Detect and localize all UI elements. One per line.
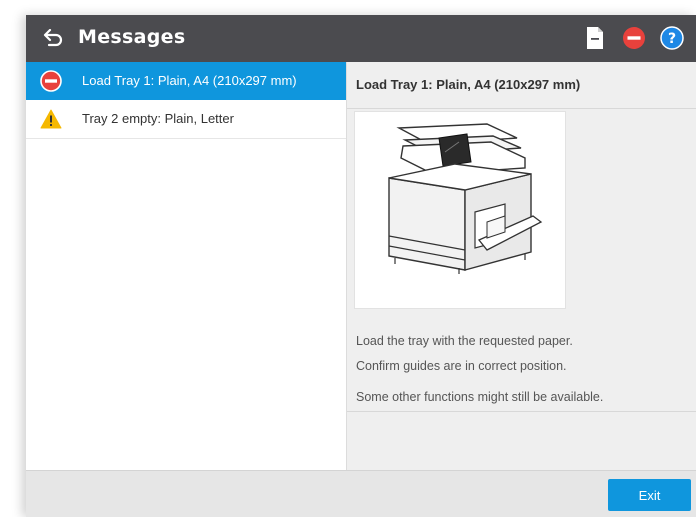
back-arrow-icon xyxy=(43,29,63,47)
printer-illustration xyxy=(354,111,566,309)
list-item[interactable]: Load Tray 1: Plain, A4 (210x297 mm) xyxy=(26,62,346,100)
exit-button[interactable]: Exit xyxy=(608,479,691,511)
document-button[interactable] xyxy=(581,24,609,52)
document-icon xyxy=(587,27,603,49)
header-bar: Messages ? xyxy=(26,15,696,62)
stop-button[interactable] xyxy=(620,24,648,52)
help-icon: ? xyxy=(660,26,684,50)
detail-title: Load Tray 1: Plain, A4 (210x297 mm) xyxy=(356,77,581,92)
device-frame: Messages ? Load Tray 1: Plain, A4 (210x2… xyxy=(0,0,696,517)
messages-list: Load Tray 1: Plain, A4 (210x297 mm) Tray… xyxy=(26,62,347,470)
message-detail: Load Tray 1: Plain, A4 (210x297 mm) Load… xyxy=(347,62,696,470)
stop-icon xyxy=(623,27,645,49)
instruction-text: Load the tray with the requested paper. xyxy=(356,334,573,348)
list-item-label: Load Tray 1: Plain, A4 (210x297 mm) xyxy=(82,73,297,88)
detail-title-bar: Load Tray 1: Plain, A4 (210x297 mm) xyxy=(347,62,696,109)
stop-icon xyxy=(40,70,62,92)
instruction-text: Confirm guides are in correct position. xyxy=(356,359,567,373)
back-button[interactable] xyxy=(38,23,68,53)
page-title: Messages xyxy=(78,26,186,48)
footer-bar: Exit xyxy=(26,470,696,517)
svg-text:?: ? xyxy=(668,31,676,47)
warning-icon xyxy=(40,108,62,130)
note-text: Some other functions might still be avai… xyxy=(356,390,604,404)
list-item-label: Tray 2 empty: Plain, Letter xyxy=(82,111,234,126)
control-panel-screen: Messages ? Load Tray 1: Plain, A4 (210x2… xyxy=(26,15,696,517)
list-item[interactable]: Tray 2 empty: Plain, Letter xyxy=(26,100,346,139)
divider xyxy=(347,411,696,412)
help-button[interactable]: ? xyxy=(658,24,686,52)
printer-tray-illustration xyxy=(388,123,543,274)
